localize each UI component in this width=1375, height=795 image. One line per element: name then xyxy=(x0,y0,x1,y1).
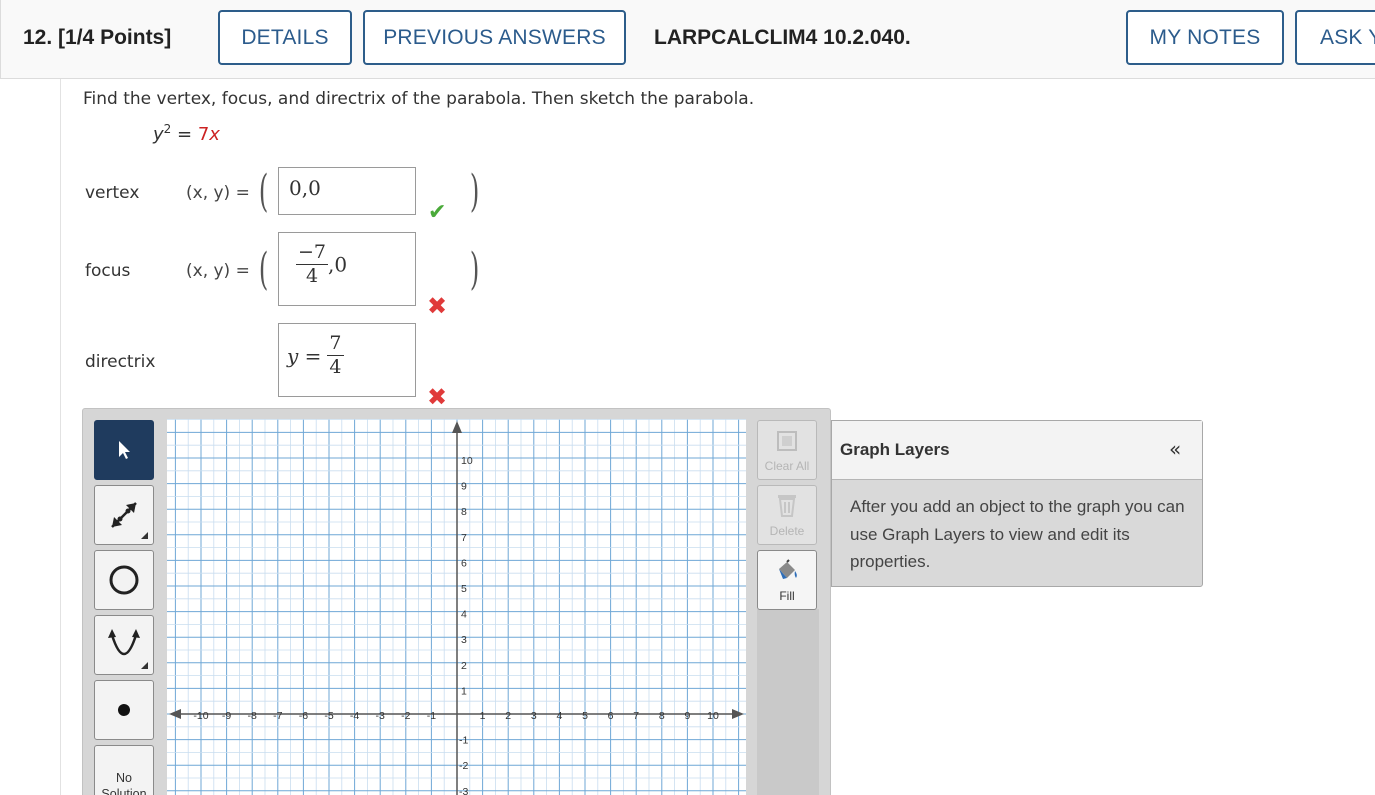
x-tick-label: -7 xyxy=(273,710,282,722)
paint-bucket-icon xyxy=(779,559,797,579)
vertex-answer-value: 0,0 xyxy=(289,176,321,200)
my-notes-button[interactable]: MY NOTES xyxy=(1126,10,1284,65)
clear-all-button[interactable]: Clear All xyxy=(757,420,817,480)
y-tick-label: 8 xyxy=(461,506,467,518)
x-tick-label: -10 xyxy=(193,710,208,722)
x-tick-label: -4 xyxy=(350,710,359,722)
double-arrow-line-icon xyxy=(111,502,137,528)
y-tick-label: 10 xyxy=(461,455,473,467)
y-tick-label: -1 xyxy=(459,735,468,747)
trash-icon xyxy=(778,495,796,517)
directrix-lhs: y = xyxy=(287,343,322,368)
y-tick-label: 9 xyxy=(461,481,467,493)
x-tick-label: -1 xyxy=(427,710,436,722)
circle-tool-button[interactable] xyxy=(94,550,154,610)
x-tick-label: 6 xyxy=(608,710,614,722)
graph-layers-title: Graph Layers xyxy=(840,440,950,459)
x-tick-label: -3 xyxy=(376,710,385,722)
correct-check-icon: ✔ xyxy=(428,200,447,225)
x-tick-label: -6 xyxy=(299,710,308,722)
x-tick-label: 10 xyxy=(707,710,719,722)
select-tool-button[interactable] xyxy=(94,420,154,480)
y-tick-label: 3 xyxy=(461,634,467,646)
directrix-answer-field[interactable]: y = 7 4 xyxy=(278,323,416,397)
vertex-label: vertex xyxy=(85,183,140,203)
graph-layers-description: After you add an object to the graph you… xyxy=(850,497,1185,571)
vertex-close-paren: ) xyxy=(469,166,480,217)
parabola-tool-button[interactable] xyxy=(94,615,154,675)
delete-button[interactable]: Delete xyxy=(757,485,817,545)
previous-answers-button[interactable]: PREVIOUS ANSWERS xyxy=(363,10,626,65)
line-tool-button[interactable] xyxy=(94,485,154,545)
y-tick-label: 6 xyxy=(461,557,467,569)
y-tick-label: -2 xyxy=(459,760,468,772)
collapse-icon[interactable]: « xyxy=(1169,437,1181,461)
point-icon xyxy=(118,704,130,716)
content-divider xyxy=(60,79,61,795)
question-points: [1/4 Points] xyxy=(58,26,172,49)
action-tools-column xyxy=(757,609,819,795)
details-button[interactable]: DETAILS xyxy=(218,10,352,65)
question-header: 12. [1/4 Points] DETAILS PREVIOUS ANSWER… xyxy=(0,0,1375,79)
x-tick-label: 2 xyxy=(505,710,511,722)
no-solution-button[interactable]: No Solution xyxy=(94,745,154,795)
focus-open-paren: ( xyxy=(258,244,269,295)
x-tick-label: 5 xyxy=(582,710,588,722)
focus-xy-prefix: (x, y) = xyxy=(186,261,256,281)
fill-button[interactable]: Fill xyxy=(757,550,817,610)
point-tool-button[interactable] xyxy=(94,680,154,740)
cursor-arrow-icon xyxy=(119,441,130,459)
vertex-answer-field[interactable]: 0,0 xyxy=(278,167,416,215)
focus-fraction: −7 4 xyxy=(296,241,329,287)
ask-button[interactable]: ASK Y xyxy=(1295,10,1375,65)
y-tick-label: 1 xyxy=(461,685,467,697)
x-tick-label: 1 xyxy=(480,710,486,722)
y-tick-label: -3 xyxy=(459,786,468,795)
problem-code: LARPCALCLIM4 10.2.040. xyxy=(654,26,911,49)
parabola-icon xyxy=(108,629,140,656)
incorrect-cross-icon: ✖ xyxy=(427,292,448,320)
vertex-open-paren: ( xyxy=(258,166,269,217)
x-tick-label: 9 xyxy=(684,710,690,722)
x-tick-label: -5 xyxy=(324,710,333,722)
directrix-fraction: 74 xyxy=(327,332,344,378)
circle-icon xyxy=(109,565,139,595)
coordinate-grid[interactable]: -10 -9 -8 -7 -6 -5 -4 -3 -2 -1 1 2 3 4 5 6 7 8 9 10 10 9 8 7 6 5 4… xyxy=(167,419,746,795)
question-number: 12. [1/4 Points] xyxy=(23,26,172,49)
x-tick-label: -8 xyxy=(248,710,257,722)
focus-label: focus xyxy=(85,261,131,281)
y-tick-label: 4 xyxy=(461,609,467,621)
vertex-xy-prefix: (x, y) = xyxy=(186,183,256,203)
y-tick-label: 2 xyxy=(461,660,467,672)
focus-answer-field[interactable]: −7 4,0 xyxy=(278,232,416,306)
focus-y-value: ,0 xyxy=(328,252,348,277)
clear-all-icon xyxy=(777,431,797,451)
graph-canvas[interactable]: -10 -9 -8 -7 -6 -5 -4 -3 -2 -1 1 2 3 4 5 6 7 8 9 10 10 9 8 7 6 5 4… xyxy=(167,419,746,795)
x-tick-label: 7 xyxy=(633,710,639,722)
x-tick-label: -9 xyxy=(222,710,231,722)
focus-close-paren: ) xyxy=(469,244,480,295)
incorrect-cross-icon: ✖ xyxy=(427,383,448,411)
directrix-label: directrix xyxy=(85,352,156,372)
parabola-equation: y2 = 7x xyxy=(153,122,220,145)
x-tick-label: 4 xyxy=(556,710,562,722)
y-axis-top-arrow xyxy=(452,421,462,433)
x-tick-label: 3 xyxy=(531,710,537,722)
y-tick-label: 7 xyxy=(461,532,467,544)
question-prompt: Find the vertex, focus, and directrix of… xyxy=(83,89,755,109)
y-tick-label: 5 xyxy=(461,583,467,595)
x-axis-right-arrow xyxy=(732,709,744,719)
graph-layers-header: Graph Layers « xyxy=(832,421,1202,480)
graph-layers-panel: Graph Layers « After you add an object t… xyxy=(831,420,1203,587)
x-tick-label: 8 xyxy=(659,710,665,722)
x-tick-label: -2 xyxy=(401,710,410,722)
